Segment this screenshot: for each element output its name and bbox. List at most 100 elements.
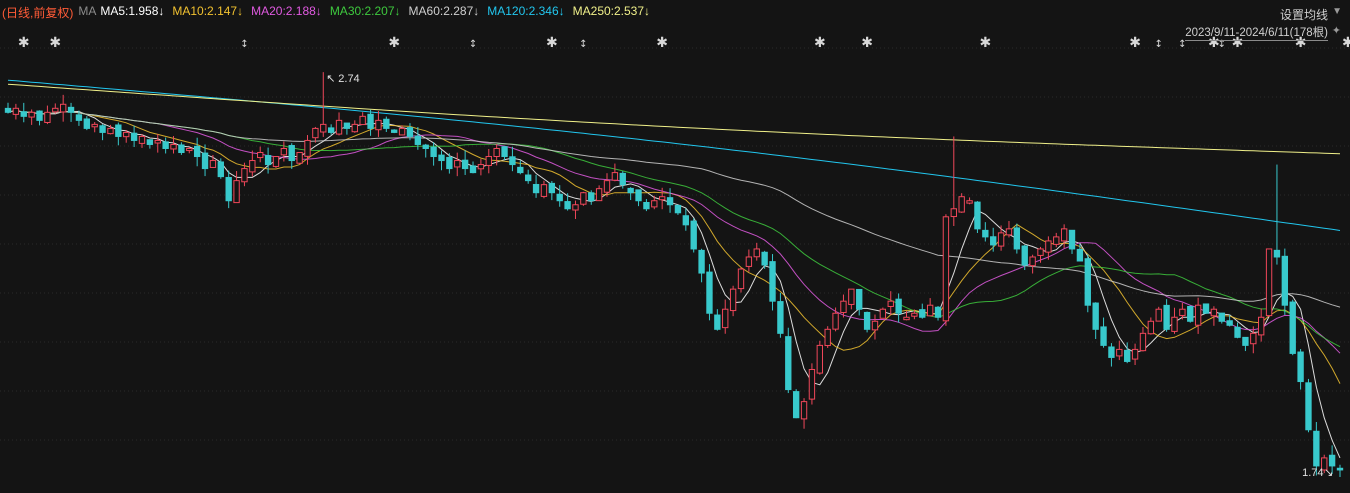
candle-body[interactable]	[1100, 326, 1107, 346]
candle-body[interactable]	[832, 312, 839, 330]
candle-body[interactable]	[1139, 332, 1147, 352]
candle-body[interactable]	[4, 107, 12, 113]
candle-body[interactable]	[895, 298, 902, 314]
candle-body[interactable]	[840, 300, 847, 314]
candle-body[interactable]	[154, 139, 161, 144]
candle-body[interactable]	[603, 180, 611, 193]
candle-body[interactable]	[12, 107, 20, 115]
candle-body[interactable]	[1060, 228, 1068, 242]
candle-body[interactable]	[272, 156, 280, 167]
candle-body[interactable]	[193, 145, 201, 158]
candle-body[interactable]	[950, 208, 957, 218]
asterisk-marker-icon[interactable]: ✱	[1342, 35, 1350, 51]
candle-body[interactable]	[1297, 351, 1304, 383]
candle-body[interactable]	[1053, 236, 1060, 245]
candle-body[interactable]	[722, 308, 729, 329]
candle-body[interactable]	[540, 184, 548, 197]
candle-body[interactable]	[1037, 248, 1044, 256]
candle-body[interactable]	[1163, 304, 1170, 330]
candle-body[interactable]	[1076, 248, 1084, 262]
asterisk-marker-icon[interactable]: ✱	[546, 35, 558, 51]
candle-body[interactable]	[1305, 382, 1312, 431]
candle-body[interactable]	[1116, 348, 1123, 357]
candle-body[interactable]	[1155, 308, 1162, 322]
candle-body[interactable]	[974, 201, 981, 230]
candle-body[interactable]	[627, 187, 634, 194]
candle-body[interactable]	[91, 123, 98, 128]
candle-body[interactable]	[635, 189, 642, 202]
candle-body[interactable]	[1242, 336, 1249, 346]
candle-body[interactable]	[1273, 249, 1281, 258]
candle-body[interactable]	[919, 309, 926, 318]
candle-body[interactable]	[848, 288, 855, 305]
candle-body[interactable]	[1187, 305, 1194, 322]
candle-body[interactable]	[674, 204, 682, 214]
candle-body[interactable]	[280, 147, 288, 156]
candle-body[interactable]	[359, 115, 366, 126]
candle-body[interactable]	[107, 127, 114, 135]
candle-body[interactable]	[887, 300, 894, 307]
candle-body[interactable]	[83, 118, 90, 129]
candle-body[interactable]	[942, 216, 950, 322]
candle-body[interactable]	[327, 127, 335, 133]
candle-body[interactable]	[1179, 308, 1186, 316]
candle-body[interactable]	[1131, 348, 1139, 360]
candle-body[interactable]	[1084, 258, 1091, 306]
candle-body[interactable]	[383, 118, 390, 129]
candle-body[interactable]	[816, 344, 823, 374]
candle-body[interactable]	[982, 229, 989, 238]
asterisk-marker-icon[interactable]: ✱	[49, 35, 61, 51]
candle-body[interactable]	[777, 301, 784, 334]
candle-body[interactable]	[320, 123, 327, 133]
asterisk-marker-icon[interactable]: ✱	[656, 35, 668, 51]
candle-body[interactable]	[769, 261, 776, 302]
asterisk-marker-icon[interactable]: ✱	[814, 35, 826, 51]
candle-body[interactable]	[1250, 332, 1257, 345]
candle-body[interactable]	[438, 154, 445, 162]
candle-body[interactable]	[296, 152, 303, 164]
updown-marker-icon[interactable]: ↕	[579, 39, 587, 50]
asterisk-marker-icon[interactable]: ✱	[861, 35, 873, 51]
candle-body[interactable]	[911, 312, 918, 317]
candle-body[interactable]	[548, 182, 556, 194]
candle-body[interactable]	[729, 288, 737, 312]
candle-body[interactable]	[1013, 227, 1021, 250]
candle-body[interactable]	[682, 215, 690, 226]
candle-body[interactable]	[1258, 316, 1265, 336]
candle-body[interactable]	[517, 166, 524, 174]
candle-body[interactable]	[509, 156, 516, 166]
candle-body[interactable]	[99, 125, 106, 133]
kline-chart[interactable]: ✱✱↕✱↕✱↕✱✱✱✱✱↕↕✱↕✱✱✱↕✱ 2.74 ↖ 1.74 ↘	[0, 0, 1350, 493]
candle-body[interactable]	[1005, 228, 1013, 236]
candle-body[interactable]	[304, 139, 311, 157]
candle-body[interactable]	[422, 144, 429, 149]
candle-body[interactable]	[430, 146, 437, 158]
candle-body[interactable]	[1068, 229, 1076, 250]
candle-body[interactable]	[501, 146, 508, 158]
candle-body[interactable]	[824, 328, 831, 347]
candle-body[interactable]	[44, 111, 51, 123]
candle-body[interactable]	[990, 236, 997, 246]
candle-body[interactable]	[580, 192, 587, 205]
updown-marker-icon[interactable]: ↕	[240, 39, 248, 50]
candle-body[interactable]	[595, 188, 603, 202]
candle-body[interactable]	[75, 114, 83, 121]
candle-body[interactable]	[67, 106, 75, 113]
candle-body[interactable]	[1226, 320, 1233, 326]
candle-body[interactable]	[532, 183, 540, 194]
candle-body[interactable]	[264, 155, 272, 166]
candle-body[interactable]	[1029, 256, 1036, 267]
candle-body[interactable]	[879, 308, 887, 319]
candle-body[interactable]	[312, 127, 319, 139]
candle-body[interactable]	[698, 249, 705, 274]
candle-body[interactable]	[666, 197, 674, 206]
candle-body[interactable]	[485, 156, 492, 166]
candle-body[interactable]	[611, 172, 619, 181]
candle-body[interactable]	[20, 111, 27, 117]
candle-body[interactable]	[1171, 316, 1178, 332]
candle-body[interactable]	[871, 320, 879, 331]
candle-body[interactable]	[1202, 303, 1210, 314]
candle-body[interactable]	[1289, 301, 1296, 354]
candle-body[interactable]	[1021, 245, 1028, 266]
candle-body[interactable]	[761, 251, 768, 266]
